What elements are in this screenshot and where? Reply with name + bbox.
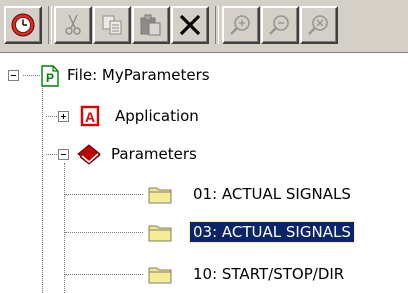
tree-node-root[interactable]: File: MyParameters bbox=[64, 65, 213, 85]
tree-line bbox=[42, 79, 43, 293]
toolbar bbox=[0, 0, 408, 53]
tree-line bbox=[65, 274, 143, 275]
tree-line bbox=[46, 116, 57, 117]
zoom-out-button[interactable] bbox=[261, 6, 299, 44]
tree-node-group-10[interactable]: 10: START/STOP/DIR bbox=[190, 264, 347, 284]
tree-line bbox=[65, 194, 143, 195]
zoom-reset-button[interactable] bbox=[300, 6, 338, 44]
folder-icon bbox=[148, 187, 172, 204]
folder-icon bbox=[148, 267, 172, 284]
svg-text:A: A bbox=[85, 109, 95, 125]
tree-line bbox=[46, 154, 57, 155]
tree-node-parameters[interactable]: Parameters bbox=[108, 144, 200, 164]
tree-line bbox=[65, 232, 143, 233]
tree-node-group-01[interactable]: 01: ACTUAL SIGNALS bbox=[190, 184, 354, 204]
folder-icon bbox=[148, 225, 172, 242]
delete-icon bbox=[179, 14, 201, 36]
collapse-toggle-root[interactable] bbox=[8, 70, 19, 81]
parameter-file-icon: P bbox=[41, 65, 59, 87]
paste-button[interactable] bbox=[132, 6, 170, 44]
parameter-tree: P File: MyParameters A Application Param… bbox=[0, 53, 408, 293]
tree-line bbox=[23, 75, 40, 76]
copy-icon bbox=[102, 15, 122, 35]
application-icon: A bbox=[80, 105, 100, 127]
zoom-in-button[interactable] bbox=[222, 6, 260, 44]
collapse-toggle-parameters[interactable] bbox=[58, 149, 69, 160]
svg-text:P: P bbox=[46, 71, 54, 85]
clock-button[interactable] bbox=[4, 6, 42, 44]
cut-icon bbox=[65, 14, 81, 35]
delete-button[interactable] bbox=[171, 6, 209, 44]
copy-button[interactable] bbox=[93, 6, 131, 44]
zoom-out-icon bbox=[269, 15, 289, 35]
paste-icon bbox=[140, 14, 161, 36]
tree-node-group-03[interactable]: 03: ACTUAL SIGNALS bbox=[189, 221, 355, 243]
cut-button[interactable] bbox=[54, 6, 92, 44]
book-icon bbox=[77, 144, 101, 165]
expand-toggle-application[interactable] bbox=[58, 111, 69, 122]
clock-icon bbox=[11, 13, 35, 37]
tree-node-application[interactable]: Application bbox=[112, 106, 202, 126]
zoom-reset-icon bbox=[308, 15, 328, 35]
zoom-in-icon bbox=[230, 15, 250, 35]
